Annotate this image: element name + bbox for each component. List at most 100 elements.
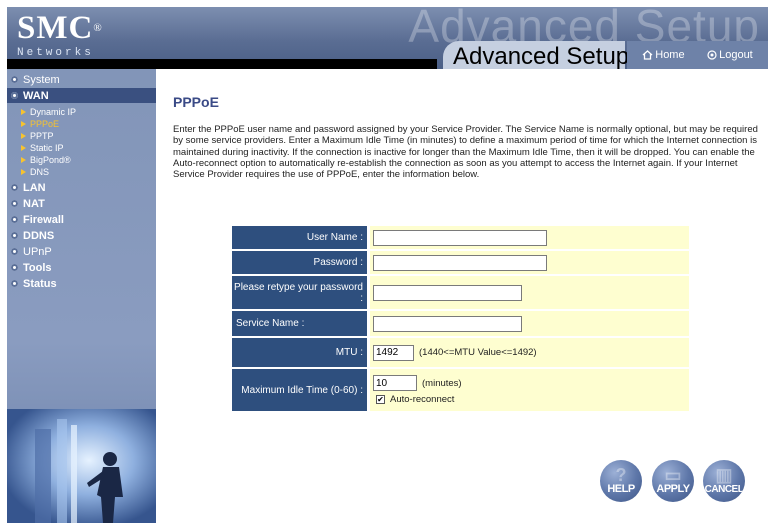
arrow-right-icon	[21, 132, 26, 139]
smc-logo: SMC®	[17, 11, 103, 45]
password-cell	[367, 251, 689, 276]
sidebar-item-firewall[interactable]: Firewall	[7, 212, 156, 227]
logout-label: Logout	[719, 49, 753, 61]
sidebar-item-label: UPnP	[23, 245, 52, 258]
max-idle-time-cell: (minutes) ✔ Auto-reconnect	[367, 369, 689, 413]
page-title: PPPoE	[173, 94, 219, 110]
logo-subtitle: Networks	[17, 47, 94, 59]
service-name-cell	[367, 311, 689, 338]
sidebar-subitem-label: Dynamic IP	[30, 106, 77, 117]
form-row-username: User Name :	[232, 226, 689, 251]
header-banner: Advanced Setup SMC® Networks Advanced Se…	[7, 7, 768, 69]
sidebar-subitem-dns[interactable]: DNS	[21, 166, 49, 177]
sidebar-decorative-photo	[7, 409, 156, 523]
home-icon	[642, 50, 653, 60]
form-row-max-idle-time: Maximum Idle Time (0-60) : (minutes) ✔ A…	[232, 369, 689, 413]
auto-reconnect-checkbox[interactable]: ✔	[376, 395, 385, 404]
bullet-icon	[11, 92, 18, 99]
logo-text: SMC	[17, 10, 94, 46]
retype-password-input[interactable]	[373, 284, 522, 301]
sidebar-subitem-label: DNS	[30, 166, 50, 177]
page-frame: Advanced Setup SMC® Networks Advanced Se…	[0, 0, 772, 523]
page-heading: Advanced Setup	[453, 43, 630, 69]
sidebar-item-label: DDNS	[23, 229, 55, 242]
header-nav: Home Logout	[627, 41, 768, 69]
sidebar-item-wan[interactable]: WAN	[7, 88, 156, 103]
retype-password-label: Please retype your password :	[232, 276, 367, 311]
pppoe-form: User Name : Password : Please retype you…	[232, 226, 689, 413]
sidebar-item-label: WAN	[23, 89, 49, 102]
sidebar: System WAN Dynamic IP PPPoE PPTP Static …	[7, 69, 156, 523]
form-row-retype-password: Please retype your password :	[232, 276, 689, 311]
logo-registered-mark: ®	[93, 22, 103, 34]
sidebar-subitem-static-ip[interactable]: Static IP	[21, 142, 64, 153]
retype-password-cell	[367, 276, 689, 311]
auto-reconnect-group: ✔ Auto-reconnect	[373, 394, 454, 405]
bullet-icon	[11, 216, 18, 223]
bullet-icon	[11, 264, 18, 271]
arrow-right-icon	[21, 120, 26, 127]
arrow-right-icon	[21, 144, 26, 151]
mtu-input[interactable]	[373, 344, 414, 361]
max-idle-time-label: Maximum Idle Time (0-60) :	[232, 369, 367, 413]
sidebar-subitem-label: Static IP	[30, 142, 64, 153]
header-divider-bar	[7, 59, 437, 69]
sidebar-item-status[interactable]: Status	[7, 276, 156, 291]
arrow-right-icon	[21, 108, 26, 115]
idle-time-unit: (minutes)	[422, 377, 462, 389]
sidebar-subitem-bigpond[interactable]: BigPond®	[21, 154, 71, 165]
sidebar-item-label: Tools	[23, 261, 52, 274]
sidebar-subitem-label: PPPoE	[30, 118, 60, 129]
sidebar-item-tools[interactable]: Tools	[7, 260, 156, 275]
sidebar-subitem-dynamic-ip[interactable]: Dynamic IP	[21, 106, 76, 117]
apply-button[interactable]: ▭ APPLY	[652, 460, 694, 502]
bullet-icon	[11, 232, 18, 239]
apply-button-label: APPLY	[656, 483, 690, 495]
cancel-button[interactable]: ▥ CANCEL	[703, 460, 745, 502]
bullet-icon	[11, 280, 18, 287]
username-label: User Name :	[232, 226, 367, 251]
mtu-cell: (1440<=MTU Value<=1492)	[367, 338, 689, 369]
page-description: Enter the PPPoE user name and password a…	[173, 124, 758, 181]
sidebar-item-upnp[interactable]: UPnP	[7, 244, 156, 259]
home-label: Home	[655, 49, 685, 61]
bullet-icon	[11, 248, 18, 255]
mtu-label: MTU :	[232, 338, 367, 369]
sidebar-subitem-pptp[interactable]: PPTP	[21, 130, 54, 141]
sidebar-subitem-label: BigPond®	[30, 154, 71, 165]
sidebar-item-system[interactable]: System	[7, 72, 156, 87]
username-input[interactable]	[373, 229, 547, 246]
sidebar-item-label: LAN	[23, 181, 46, 194]
idle-time-group: (minutes)	[373, 375, 462, 391]
form-row-password: Password :	[232, 251, 689, 276]
cancel-button-label: CANCEL	[704, 483, 744, 495]
arrow-right-icon	[21, 156, 26, 163]
sidebar-item-label: System	[23, 73, 60, 86]
password-input[interactable]	[373, 254, 547, 271]
service-name-label: Service Name :	[232, 311, 367, 338]
logout-link[interactable]: Logout	[707, 49, 753, 61]
sidebar-subitem-pppoe[interactable]: PPPoE	[21, 118, 59, 129]
password-label: Password :	[232, 251, 367, 276]
bullet-icon	[11, 200, 18, 207]
sidebar-item-label: Firewall	[23, 213, 64, 226]
help-button[interactable]: ? HELP	[600, 460, 642, 502]
sidebar-subitem-label: PPTP	[30, 130, 54, 141]
auto-reconnect-label: Auto-reconnect	[390, 394, 455, 405]
arrow-right-icon	[21, 168, 26, 175]
form-row-mtu: MTU : (1440<=MTU Value<=1492)	[232, 338, 689, 369]
sidebar-item-label: Status	[23, 277, 57, 290]
logout-icon	[707, 50, 717, 60]
mtu-hint: (1440<=MTU Value<=1492)	[419, 347, 537, 358]
sidebar-item-nat[interactable]: NAT	[7, 196, 156, 211]
bullet-icon	[11, 184, 18, 191]
sidebar-item-lan[interactable]: LAN	[7, 180, 156, 195]
sidebar-item-ddns[interactable]: DDNS	[7, 228, 156, 243]
service-name-input[interactable]	[373, 315, 522, 332]
home-link[interactable]: Home	[642, 49, 685, 61]
username-cell	[367, 226, 689, 251]
form-row-service-name: Service Name :	[232, 311, 689, 338]
bullet-icon	[11, 76, 18, 83]
sidebar-item-label: NAT	[23, 197, 45, 210]
max-idle-time-input[interactable]	[373, 375, 417, 391]
